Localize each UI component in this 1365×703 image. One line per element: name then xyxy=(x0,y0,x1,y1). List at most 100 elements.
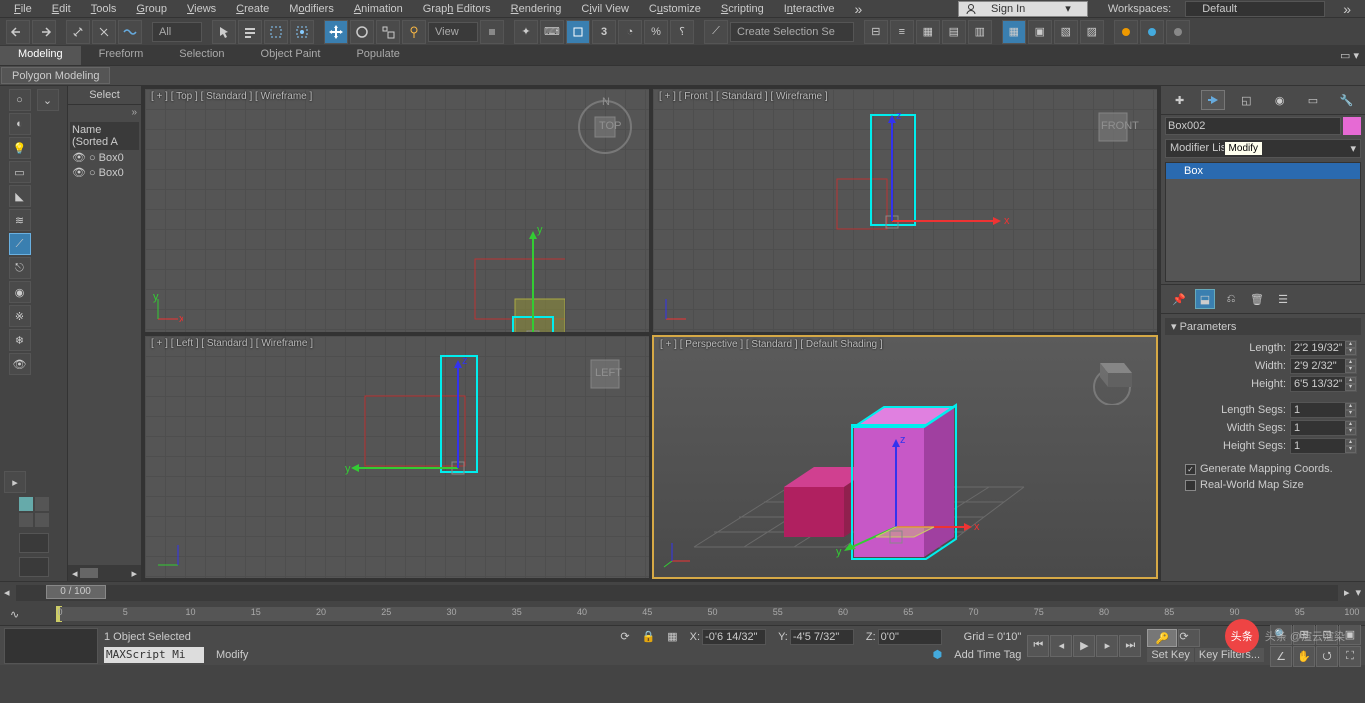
snap-toggle-button[interactable] xyxy=(566,20,590,44)
list-header[interactable]: Name (Sorted A xyxy=(70,122,139,150)
viewport-preset-2[interactable] xyxy=(19,557,49,577)
curve-editor-button[interactable]: ▥ xyxy=(968,20,992,44)
display-shapes-icon[interactable]: ◐ xyxy=(9,113,31,135)
menu-civilview[interactable]: Civil View xyxy=(571,3,639,15)
render-button[interactable] xyxy=(1114,20,1138,44)
align-button[interactable]: ⊟ xyxy=(864,20,888,44)
object-name-field[interactable] xyxy=(1165,117,1341,135)
prev-frame-button[interactable]: ◂ xyxy=(1050,635,1072,657)
move-button[interactable] xyxy=(324,20,348,44)
percent-snap-button[interactable]: ◔ xyxy=(618,20,642,44)
gen-mapping-checkbox[interactable]: ✓Generate Mapping Coords. xyxy=(1165,461,1361,477)
filter-icon[interactable]: ⌄ xyxy=(37,89,59,111)
width-field[interactable] xyxy=(1291,359,1345,373)
render-setup-button[interactable]: ▧ xyxy=(1054,20,1078,44)
menu-customize[interactable]: Customize xyxy=(639,3,711,15)
menu-edit[interactable]: Edit xyxy=(42,3,81,15)
tab-create-icon[interactable]: ✚ xyxy=(1168,90,1192,110)
wseg-field[interactable] xyxy=(1291,421,1345,435)
scale-button[interactable] xyxy=(376,20,400,44)
ribbon-collapse-icon[interactable]: ▭ ▾ xyxy=(1334,46,1365,65)
viewcube-front[interactable]: FRONT xyxy=(1083,97,1143,157)
tab-motion-icon[interactable]: ◉ xyxy=(1268,90,1292,110)
placement-button[interactable] xyxy=(402,20,426,44)
display-particles-icon[interactable]: ⟋ xyxy=(9,233,31,255)
key-mode-icon[interactable]: ⟳ xyxy=(1178,629,1200,647)
manip-button[interactable]: ✦ xyxy=(514,20,538,44)
keyboard-shortcut-button[interactable]: ⌨ xyxy=(540,20,564,44)
display-geom-icon[interactable]: ○ xyxy=(9,89,31,111)
play-button[interactable]: ▶ xyxy=(1073,635,1095,657)
tab-populate[interactable]: Populate xyxy=(338,46,417,65)
next-frame-button[interactable]: ▸ xyxy=(1096,635,1118,657)
length-field[interactable] xyxy=(1291,341,1345,355)
lock-selection-icon[interactable]: ⟳ xyxy=(620,630,629,643)
viewport-perspective[interactable]: [ + ] [ Perspective ] [ Standard ] [ Def… xyxy=(652,335,1158,580)
color-swatch[interactable] xyxy=(1343,117,1361,135)
spinner-snap-button[interactable]: % xyxy=(644,20,668,44)
viewport-preset-1[interactable] xyxy=(19,533,49,553)
x-field[interactable] xyxy=(702,629,766,645)
display-freeze-icon[interactable]: ❄ xyxy=(9,329,31,351)
signin-button[interactable]: Sign In ▾ xyxy=(958,1,1088,17)
unlink-button[interactable] xyxy=(92,20,116,44)
tab-hierarchy-icon[interactable]: ◱ xyxy=(1234,90,1258,110)
select-by-name-button[interactable] xyxy=(238,20,262,44)
make-unique-icon[interactable]: ⎌ xyxy=(1221,289,1241,309)
menu-animation[interactable]: Animation xyxy=(344,3,413,15)
redo-button[interactable] xyxy=(32,20,56,44)
menu-scripting[interactable]: Scripting xyxy=(711,3,774,15)
layer-explorer-button[interactable]: ▦ xyxy=(916,20,940,44)
viewcube-persp[interactable] xyxy=(1082,345,1142,405)
schem-view-button[interactable]: ▦ xyxy=(1002,20,1026,44)
tab-modify-icon[interactable] xyxy=(1201,90,1225,110)
add-time-tag[interactable]: Add Time Tag xyxy=(954,649,1021,661)
goto-start-button[interactable]: ⏮ xyxy=(1027,635,1049,657)
maxscript-listener[interactable]: MAXScript Mi xyxy=(104,647,204,663)
scene-explorer-pin-icon[interactable]: » xyxy=(68,105,141,120)
display-hide-icon[interactable]: 👁 xyxy=(9,353,31,375)
viewport-top[interactable]: [ + ] [ Top ] [ Standard ] [ Wireframe ]… xyxy=(144,88,650,333)
undo-button[interactable] xyxy=(6,20,30,44)
viewport-front[interactable]: [ + ] [ Front ] [ Standard ] [ Wireframe… xyxy=(652,88,1158,333)
time-slider[interactable]: 0 / 100 xyxy=(16,585,1338,601)
viewport-left-label[interactable]: [ + ] [ Left ] [ Standard ] [ Wireframe … xyxy=(151,338,313,349)
abs-rel-icon[interactable]: ▦ xyxy=(667,630,677,643)
menu-modifiers[interactable]: Modifiers xyxy=(279,3,344,15)
toggle-ribbon-button[interactable]: ▤ xyxy=(942,20,966,44)
pivot-center-button[interactable] xyxy=(480,20,504,44)
hseg-field[interactable] xyxy=(1291,439,1345,453)
time-slider-thumb[interactable]: 0 / 100 xyxy=(46,585,106,599)
menu-rendering[interactable]: Rendering xyxy=(501,3,572,15)
list-item[interactable]: 👁○Box0 xyxy=(70,150,139,165)
link-button[interactable] xyxy=(66,20,90,44)
select-rect-button[interactable] xyxy=(264,20,288,44)
menu-views[interactable]: Views xyxy=(177,3,226,15)
autokey-button[interactable]: 🔑 xyxy=(1147,629,1177,647)
display-helpers-icon[interactable]: ◣ xyxy=(9,185,31,207)
viewport-front-label[interactable]: [ + ] [ Front ] [ Standard ] [ Wireframe… xyxy=(659,91,828,102)
material-editor-button[interactable]: ▣ xyxy=(1028,20,1052,44)
viewcube-top[interactable]: TOPN xyxy=(575,97,635,157)
modifier-stack[interactable]: Box xyxy=(1165,162,1361,282)
show-end-result-icon[interactable]: ⬓ xyxy=(1195,289,1215,309)
render-preset-button[interactable] xyxy=(1140,20,1164,44)
tab-selection[interactable]: Selection xyxy=(161,46,242,65)
menu-create[interactable]: Create xyxy=(226,3,279,15)
render-frame-button[interactable]: ▨ xyxy=(1080,20,1104,44)
scene-explorer-scrollbar[interactable]: ◂▸ xyxy=(68,565,141,581)
viewport-layout-icon[interactable] xyxy=(19,497,49,527)
display-lights-icon[interactable]: 💡 xyxy=(9,137,31,159)
display-cameras-icon[interactable]: ▭ xyxy=(9,161,31,183)
bind-spacewarp-button[interactable] xyxy=(118,20,142,44)
mirror-button[interactable]: ⟋ xyxy=(704,20,728,44)
realworld-checkbox[interactable]: Real-World Map Size xyxy=(1165,477,1361,493)
display-cat-icon[interactable]: ◉ xyxy=(9,281,31,303)
configure-sets-icon[interactable]: ☰ xyxy=(1273,289,1293,309)
track-toggle-icon[interactable]: ∿ xyxy=(10,608,19,621)
tab-freeform[interactable]: Freeform xyxy=(81,46,162,65)
display-bone-icon[interactable]: ⎋ xyxy=(9,257,31,279)
tab-polymodeling[interactable]: Polygon Modeling xyxy=(1,67,110,84)
time-ruler[interactable]: ∿ 05101520253035404550556065707580859095… xyxy=(0,603,1365,625)
menu-overflow-icon[interactable]: » xyxy=(844,1,872,17)
